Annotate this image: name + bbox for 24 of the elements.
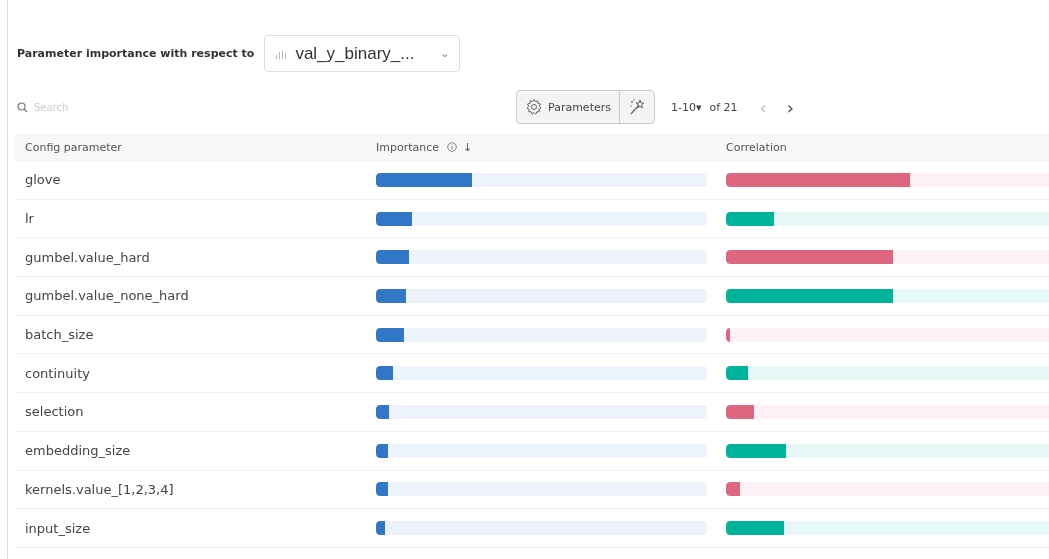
column-header: Correlation	[726, 140, 788, 154]
parameter-name: gumbel.value_hard	[24, 249, 151, 265]
page-size-dropdown[interactable]: 1-10▾	[666, 100, 706, 114]
magic-wand-icon	[627, 98, 646, 116]
next-page-button[interactable]: ›	[778, 96, 802, 118]
parameter-name: continuity	[24, 365, 91, 381]
column-header: Config parameter	[24, 140, 123, 154]
info-icon	[447, 142, 458, 152]
parameter-name: selection	[24, 404, 85, 420]
search-icon	[17, 101, 28, 113]
parameter-name: input_size	[24, 520, 92, 536]
header-label: Parameter importance with respect to	[17, 47, 255, 60]
parameter-name: batch_size	[24, 327, 95, 343]
parameter-name: kernels.value_[1,2,3,4]	[24, 481, 175, 497]
page-total: of 21	[709, 100, 738, 114]
chart-icon	[275, 47, 288, 60]
parameter-name: lr	[24, 211, 35, 227]
column-header[interactable]: Importance	[376, 140, 440, 154]
parameter-name: glove	[24, 172, 62, 188]
parameter-name: gumbel.value_none_hard	[24, 288, 190, 304]
sort-arrow[interactable]: ↓	[463, 140, 473, 154]
metric-dropdown[interactable]: val_y_binary_... ⌄	[264, 35, 461, 72]
parameter-name: embedding_size	[24, 443, 132, 459]
settings-icon	[525, 98, 543, 116]
